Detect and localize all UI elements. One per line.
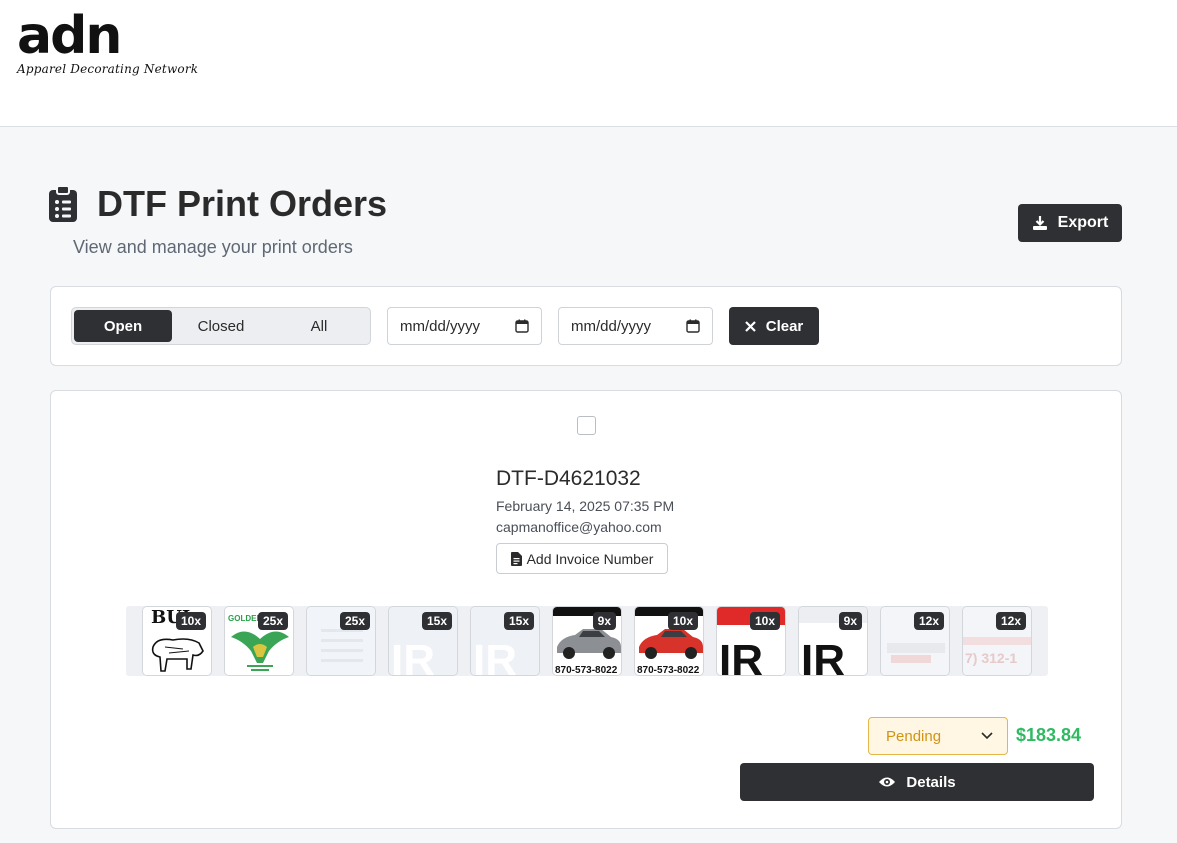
order-item-thumbnail[interactable]: 870-573-8022 9x: [552, 606, 622, 676]
status-select[interactable]: Pending: [868, 717, 1008, 755]
artwork-text: IR: [801, 636, 845, 676]
clear-button[interactable]: Clear: [729, 307, 819, 345]
tab-all[interactable]: All: [270, 310, 368, 342]
add-invoice-label: Add Invoice Number: [526, 550, 654, 567]
adn-logo[interactable]: adn Apparel Decorating Network: [17, 6, 217, 92]
date-to-input[interactable]: mm/dd/yyyy: [558, 307, 713, 345]
clear-label: Clear: [765, 317, 804, 335]
tab-closed[interactable]: Closed: [172, 310, 270, 342]
status-value: Pending: [886, 727, 942, 745]
add-invoice-button[interactable]: Add Invoice Number: [496, 543, 668, 574]
quantity-badge: 12x: [913, 612, 944, 630]
close-icon: [744, 320, 756, 332]
file-invoice-icon: [510, 551, 522, 566]
quantity-badge: 9x: [592, 612, 616, 630]
top-bar: adn Apparel Decorating Network: [0, 0, 1177, 127]
page-subtitle: View and manage your print orders: [73, 237, 353, 257]
order-item-thumbnail[interactable]: BUL 10x: [142, 606, 212, 676]
date-from-input[interactable]: mm/dd/yyyy: [387, 307, 542, 345]
calendar-icon: [515, 319, 529, 333]
order-item-thumbnail[interactable]: 25x: [306, 606, 376, 676]
order-item-thumbnail[interactable]: 7) 312-1 12x: [962, 606, 1032, 676]
artwork-text: IR: [473, 636, 517, 676]
quantity-badge: 10x: [175, 612, 206, 630]
details-label: Details: [906, 773, 956, 791]
artwork-text: 870-573-8022: [637, 665, 700, 676]
order-select-checkbox[interactable]: [577, 416, 596, 435]
order-item-thumbnail[interactable]: IR 15x: [470, 606, 540, 676]
order-item-thumbnail[interactable]: IR 10x: [716, 606, 786, 676]
chevron-down-icon: [981, 732, 993, 740]
order-item-thumbnail[interactable]: GOLDEN 25x: [224, 606, 294, 676]
order-item-thumbnail[interactable]: 870-573-8022 10x: [634, 606, 704, 676]
logo-mark: adn: [17, 6, 122, 66]
artwork-text: IR: [719, 636, 763, 676]
order-item-thumbnail[interactable]: IR 9x: [798, 606, 868, 676]
status-filter-toggle: Open Closed All: [71, 307, 371, 345]
order-total: $183.84: [1016, 725, 1082, 745]
eye-icon: [879, 777, 896, 787]
quantity-badge: 10x: [749, 612, 780, 630]
download-icon: [1032, 216, 1047, 230]
quantity-badge: 12x: [995, 612, 1026, 630]
order-id: DTF-D4621032: [496, 467, 641, 490]
quantity-badge: 15x: [421, 612, 452, 630]
page-title: DTF Print Orders: [97, 183, 388, 224]
order-date: February 14, 2025 07:35 PM: [496, 498, 675, 514]
order-card: DTF-D4621032 February 14, 2025 07:35 PM …: [50, 390, 1122, 829]
export-button[interactable]: Export: [1018, 204, 1122, 242]
date-from-placeholder: mm/dd/yyyy: [400, 317, 481, 335]
quantity-badge: 25x: [257, 612, 288, 630]
artwork-text: IR: [391, 636, 435, 676]
details-button[interactable]: Details: [740, 763, 1094, 801]
quantity-badge: 25x: [339, 612, 370, 630]
order-email: capmanoffice@yahoo.com: [496, 519, 662, 535]
artwork-text: 870-573-8022: [555, 665, 618, 676]
calendar-icon: [686, 319, 700, 333]
quantity-badge: 9x: [838, 612, 862, 630]
clipboard-list-icon: [49, 186, 77, 222]
order-item-thumbnail[interactable]: IR 15x: [388, 606, 458, 676]
quantity-badge: 10x: [667, 612, 698, 630]
order-items-strip: BUL 10x GOLDEN 25x 25x IR 15x IR 15x 870…: [126, 606, 1048, 676]
filter-bar: Open Closed All mm/dd/yyyy mm/dd/yyyy Cl…: [50, 286, 1122, 366]
tab-open[interactable]: Open: [74, 310, 172, 342]
date-to-placeholder: mm/dd/yyyy: [571, 317, 652, 335]
order-item-thumbnail[interactable]: 12x: [880, 606, 950, 676]
logo-tagline: Apparel Decorating Network: [17, 62, 199, 76]
artwork-text: 7) 312-1: [965, 650, 1017, 666]
quantity-badge: 15x: [503, 612, 534, 630]
export-label: Export: [1057, 214, 1109, 231]
